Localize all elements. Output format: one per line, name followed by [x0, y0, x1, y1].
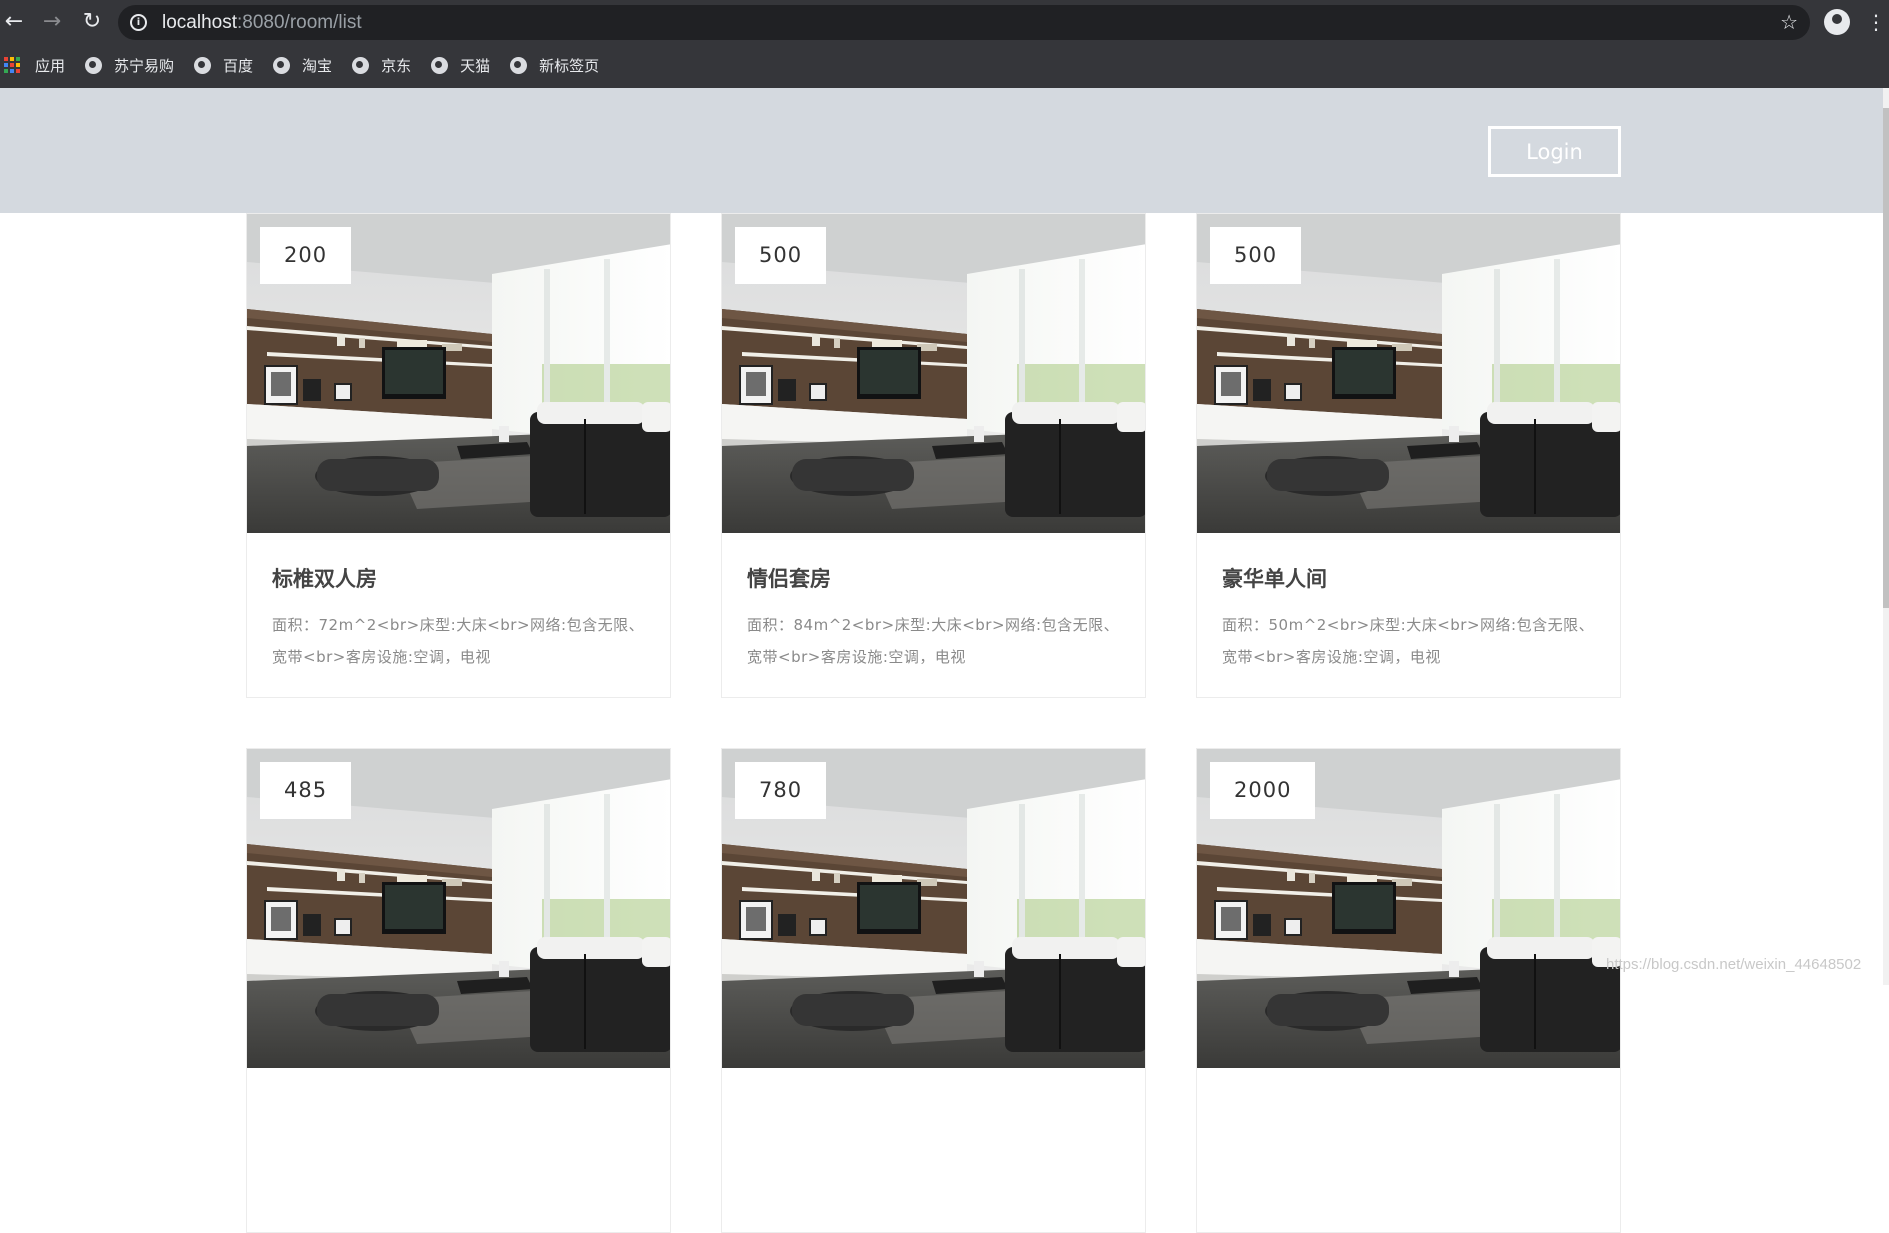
bookmark-label: 淘宝 [302, 56, 333, 75]
bookmark-label: 百度 [223, 56, 254, 75]
watermark: https://blog.csdn.net/weixin_44648502 [1606, 956, 1862, 973]
bookmark-new-tab[interactable]: 新标签页 [510, 55, 599, 76]
room-description: 面积：50m^2<br>床型:大床<br>网络:包含无限、宽带<br>客房设施:… [1222, 616, 1595, 666]
site-info-icon[interactable]: i [130, 14, 147, 31]
price-tag: 500 [735, 227, 827, 284]
back-arrow-icon[interactable]: ← [0, 8, 28, 36]
room-card[interactable]: 2000 [1196, 748, 1621, 1233]
bookmark-star-icon[interactable]: ☆ [1780, 5, 1798, 40]
forward-arrow-icon[interactable]: → [38, 8, 66, 36]
room-description: 面积：72m^2<br>床型:大床<br>网络:包含无限、宽带<br>客房设施:… [272, 616, 645, 666]
globe-icon [273, 56, 291, 74]
room-card[interactable]: 780 [721, 748, 1146, 1233]
room-title[interactable]: 情侣套房 [747, 563, 831, 593]
room-title[interactable]: 标椎双人房 [272, 563, 377, 593]
bookmark-label: 天猫 [460, 56, 491, 75]
room-card[interactable]: 500 情侣套房 面积：84m^2<br>床型:大床<br>网络:包含无限、宽带… [721, 213, 1146, 698]
room-card[interactable]: 485 [246, 748, 671, 1233]
bookmarks-bar: 应用 苏宁易购 百度 淘宝 京东 天猫 新标签页 [0, 48, 619, 82]
bookmark-jd[interactable]: 京东 [352, 55, 411, 76]
apps-grid-icon [4, 56, 21, 74]
bookmark-suning[interactable]: 苏宁易购 [85, 55, 174, 76]
reload-icon[interactable]: ↻ [78, 8, 106, 36]
scrollbar-thumb[interactable] [1883, 108, 1889, 608]
bookmark-label: 新标签页 [539, 56, 600, 75]
url-text[interactable]: localhost:8080/room/list [162, 5, 362, 40]
globe-icon [352, 56, 370, 74]
room-card[interactable]: 500 豪华单人间 面积：50m^2<br>床型:大床<br>网络:包含无限、宽… [1196, 213, 1621, 698]
globe-icon [431, 56, 449, 74]
bookmark-label: 应用 [35, 56, 66, 75]
bookmark-label: 京东 [381, 56, 412, 75]
page-scrollbar[interactable] [1883, 88, 1889, 985]
room-description: 面积：84m^2<br>床型:大床<br>网络:包含无限、宽带<br>客房设施:… [747, 616, 1120, 666]
bookmark-apps[interactable]: 应用 [0, 55, 65, 76]
price-tag: 500 [1210, 227, 1302, 284]
browser-menu-icon[interactable]: ⋮ [1866, 8, 1886, 36]
price-tag: 2000 [1210, 762, 1316, 819]
bookmark-baidu[interactable]: 百度 [194, 55, 253, 76]
address-bar[interactable]: i localhost:8080/room/list ☆ [118, 5, 1810, 40]
room-card[interactable]: 200 标椎双人房 面积：72m^2<br>床型:大床<br>网络:包含无限、宽… [246, 213, 671, 698]
browser-chrome: ← → ↻ i localhost:8080/room/list ☆ ⋮ 应用 … [0, 0, 1889, 88]
url-host: localhost [162, 12, 237, 33]
bookmark-taobao[interactable]: 淘宝 [273, 55, 332, 76]
bookmark-label: 苏宁易购 [114, 56, 175, 75]
globe-icon [194, 56, 212, 74]
price-tag: 200 [260, 227, 352, 284]
room-title[interactable]: 豪华单人间 [1222, 563, 1327, 593]
url-path: :8080/room/list [237, 12, 362, 33]
login-button[interactable]: Login [1488, 126, 1621, 177]
globe-icon [510, 56, 528, 74]
globe-icon [85, 56, 103, 74]
bookmark-tmall[interactable]: 天猫 [431, 55, 490, 76]
profile-avatar-icon[interactable] [1824, 9, 1850, 35]
price-tag: 485 [260, 762, 352, 819]
price-tag: 780 [735, 762, 827, 819]
page-header: Login [0, 88, 1889, 213]
